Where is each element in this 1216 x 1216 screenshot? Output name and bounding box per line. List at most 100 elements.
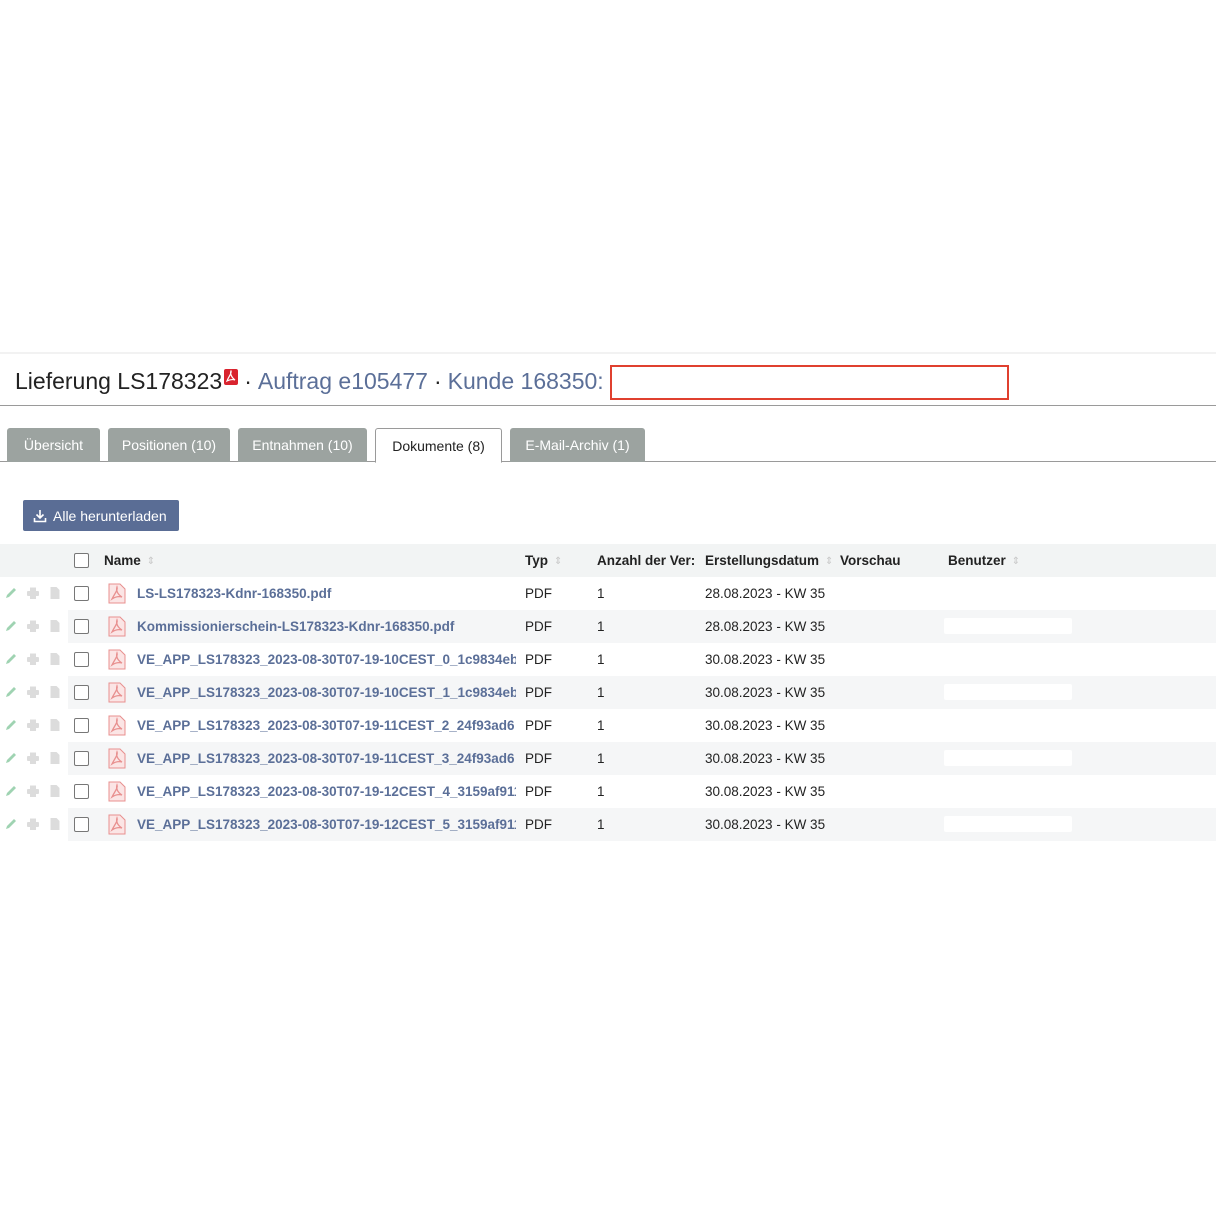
table-row: VE_APP_LS178323_2023-08-30T07-19-12CEST_… xyxy=(0,808,1216,841)
edit-icon[interactable] xyxy=(4,817,18,831)
tab-positions[interactable]: Positionen (10) xyxy=(108,428,230,462)
sort-icon[interactable]: ⇕ xyxy=(825,545,833,577)
column-created[interactable]: Erstellungsdatum ⇕ xyxy=(705,544,835,577)
page-title: Lieferung LS178323 · Auftrag e105477 · K… xyxy=(15,368,604,395)
column-copies[interactable]: Anzahl der Ver: xyxy=(597,544,696,577)
column-type-label: Typ xyxy=(525,553,548,568)
document-link[interactable]: VE_APP_LS178323_2023-08-30T07-19-10CEST_… xyxy=(137,685,516,700)
document-type: PDF xyxy=(525,652,552,667)
column-user[interactable]: Benutzer ⇕ xyxy=(948,544,1068,577)
document-icon[interactable] xyxy=(48,751,62,765)
document-icon[interactable] xyxy=(48,619,62,633)
document-icon[interactable] xyxy=(48,817,62,831)
document-type: PDF xyxy=(525,784,552,799)
document-link[interactable]: VE_APP_LS178323_2023-08-30T07-19-12CEST_… xyxy=(137,784,516,799)
table-row: VE_APP_LS178323_2023-08-30T07-19-12CEST_… xyxy=(0,775,1216,808)
pdf-icon[interactable] xyxy=(224,368,239,385)
page: Lieferung LS178323 · Auftrag e105477 · K… xyxy=(0,352,1216,841)
row-checkbox[interactable] xyxy=(74,652,89,667)
print-icon[interactable] xyxy=(26,718,40,732)
edit-icon[interactable] xyxy=(4,586,18,600)
document-copies: 1 xyxy=(597,784,605,799)
column-name-label: Name xyxy=(104,553,141,568)
redacted-user xyxy=(944,618,1072,634)
document-icon[interactable] xyxy=(48,652,62,666)
document-link[interactable]: VE_APP_LS178323_2023-08-30T07-19-11CEST_… xyxy=(137,751,515,766)
pdf-icon xyxy=(108,616,126,637)
document-copies: 1 xyxy=(597,586,605,601)
tab-withdrawals[interactable]: Entnahmen (10) xyxy=(238,428,367,462)
pdf-icon xyxy=(108,715,126,736)
edit-icon[interactable] xyxy=(4,718,18,732)
print-icon[interactable] xyxy=(26,817,40,831)
row-checkbox[interactable] xyxy=(74,784,89,799)
document-created: 30.08.2023 - KW 35 xyxy=(705,718,826,733)
row-checkbox[interactable] xyxy=(74,718,89,733)
sort-icon[interactable]: ⇕ xyxy=(554,545,562,577)
document-link[interactable]: VE_APP_LS178323_2023-08-30T07-19-12CEST_… xyxy=(137,817,516,832)
download-all-label: Alle herunterladen xyxy=(53,507,167,524)
table-row: VE_APP_LS178323_2023-08-30T07-19-11CEST_… xyxy=(0,709,1216,742)
tab-email-archive[interactable]: E-Mail-Archiv (1) xyxy=(510,428,645,462)
select-all-checkbox[interactable] xyxy=(74,553,89,568)
document-created: 30.08.2023 - KW 35 xyxy=(705,751,826,766)
document-link[interactable]: VE_APP_LS178323_2023-08-30T07-19-11CEST_… xyxy=(137,718,515,733)
table-header: Name ⇕ Typ ⇕ Anzahl der Ver: Erstellungsda… xyxy=(0,544,1216,577)
pdf-icon xyxy=(108,649,126,670)
table-row: Kommissionierschein-LS178323-Kdnr-168350… xyxy=(0,610,1216,643)
edit-icon[interactable] xyxy=(4,751,18,765)
row-checkbox[interactable] xyxy=(74,817,89,832)
print-icon[interactable] xyxy=(26,619,40,633)
print-icon[interactable] xyxy=(26,784,40,798)
redacted-user xyxy=(944,684,1072,700)
document-created: 30.08.2023 - KW 35 xyxy=(705,784,826,799)
tab-bar: Übersicht Positionen (10) Entnahmen (10)… xyxy=(0,406,1216,463)
row-checkbox[interactable] xyxy=(74,586,89,601)
delivery-title: Lieferung LS178323 xyxy=(15,368,223,394)
edit-icon[interactable] xyxy=(4,685,18,699)
document-created: 30.08.2023 - KW 35 xyxy=(705,652,826,667)
row-checkbox[interactable] xyxy=(74,685,89,700)
sort-icon[interactable]: ⇕ xyxy=(147,545,155,577)
document-icon[interactable] xyxy=(48,784,62,798)
separator: · xyxy=(433,368,442,394)
document-link[interactable]: VE_APP_LS178323_2023-08-30T07-19-10CEST_… xyxy=(137,652,516,667)
sort-icon[interactable]: ⇕ xyxy=(1012,545,1020,577)
table-body: LS-LS178323-Kdnr-168350.pdf PDF 1 28.08.… xyxy=(0,577,1216,841)
document-type: PDF xyxy=(525,685,552,700)
tab-overview[interactable]: Übersicht xyxy=(7,428,100,462)
document-link[interactable]: Kommissionierschein-LS178323-Kdnr-168350… xyxy=(137,619,454,634)
document-type: PDF xyxy=(525,751,552,766)
column-name[interactable]: Name ⇕ xyxy=(104,544,254,577)
column-type[interactable]: Typ ⇕ xyxy=(525,544,595,577)
pdf-icon xyxy=(108,814,126,835)
document-link[interactable]: LS-LS178323-Kdnr-168350.pdf xyxy=(137,586,331,601)
print-icon[interactable] xyxy=(26,586,40,600)
row-checkbox[interactable] xyxy=(74,751,89,766)
table-row: VE_APP_LS178323_2023-08-30T07-19-10CEST_… xyxy=(0,643,1216,676)
document-copies: 1 xyxy=(597,718,605,733)
edit-icon[interactable] xyxy=(4,652,18,666)
order-link[interactable]: Auftrag e105477 xyxy=(258,368,428,395)
download-icon xyxy=(33,509,47,522)
document-type: PDF xyxy=(525,817,552,832)
print-icon[interactable] xyxy=(26,685,40,699)
edit-icon[interactable] xyxy=(4,784,18,798)
edit-icon[interactable] xyxy=(4,619,18,633)
document-type: PDF xyxy=(525,619,552,634)
document-icon[interactable] xyxy=(48,685,62,699)
table-row: LS-LS178323-Kdnr-168350.pdf PDF 1 28.08.… xyxy=(0,577,1216,610)
column-created-label: Erstellungsdatum xyxy=(705,553,820,568)
separator: · xyxy=(244,368,252,394)
pdf-icon xyxy=(108,682,126,703)
document-icon[interactable] xyxy=(48,718,62,732)
customer-link[interactable]: Kunde 168350: xyxy=(448,368,604,395)
download-all-button[interactable]: Alle herunterladen xyxy=(23,500,179,531)
pdf-icon xyxy=(108,583,126,604)
tab-documents[interactable]: Dokumente (8) xyxy=(375,428,502,463)
print-icon[interactable] xyxy=(26,751,40,765)
print-icon[interactable] xyxy=(26,652,40,666)
title-bar: Lieferung LS178323 · Auftrag e105477 · K… xyxy=(0,354,1216,406)
document-icon[interactable] xyxy=(48,586,62,600)
row-checkbox[interactable] xyxy=(74,619,89,634)
